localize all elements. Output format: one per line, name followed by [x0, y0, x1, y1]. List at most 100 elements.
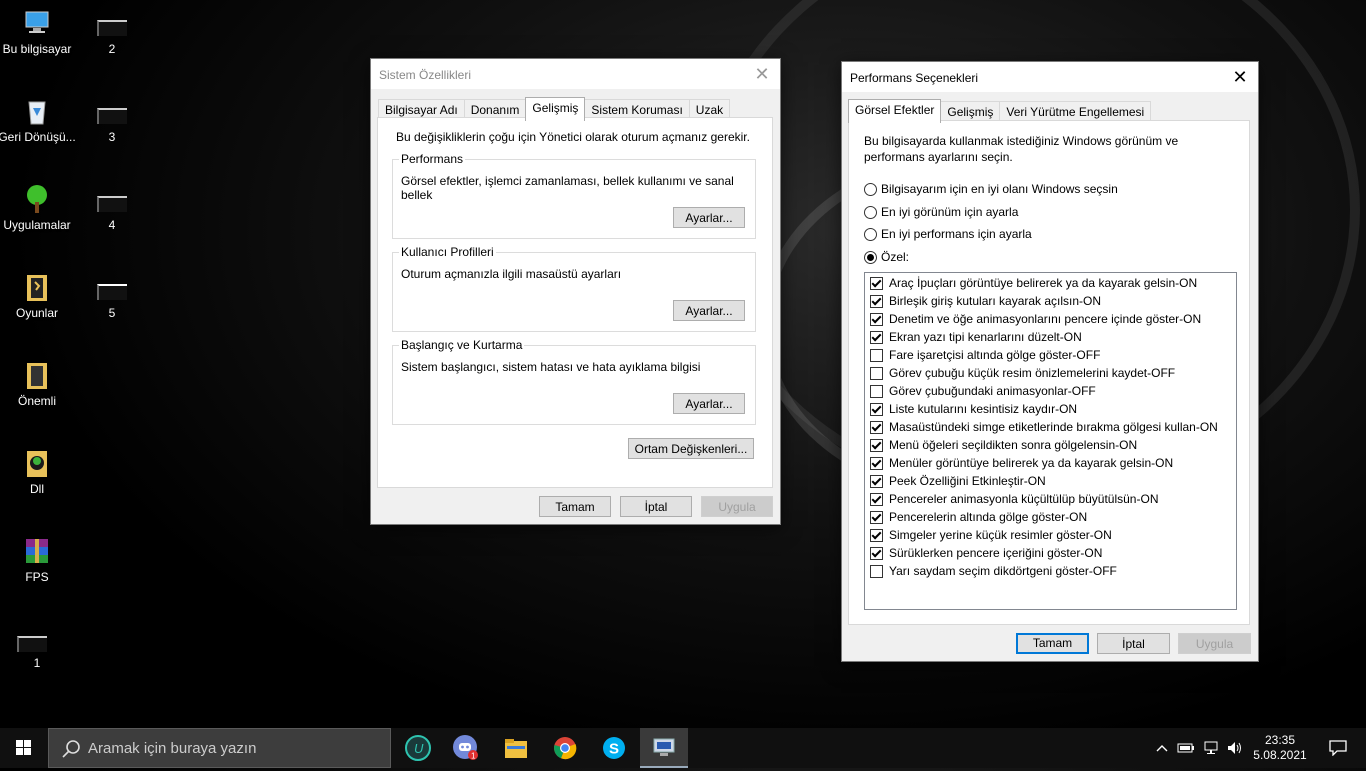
action-center-button[interactable] [1318, 728, 1358, 768]
checkbox[interactable] [870, 420, 883, 434]
tab-gorsel-efektler[interactable]: Görsel Efektler [848, 99, 942, 123]
apply-button[interactable]: Uygula [1178, 633, 1251, 654]
desktop-icon-geri-donusum[interactable]: Geri Dönüşü... [0, 96, 77, 145]
desktop-icon-5[interactable]: 5 [92, 284, 132, 320]
tray-overflow-chevron[interactable] [1152, 728, 1172, 768]
svg-text:S: S [609, 741, 619, 758]
checkbox[interactable] [870, 384, 883, 398]
checkbox[interactable] [870, 312, 883, 326]
desktop-icon-label: 1 [33, 656, 41, 670]
list-item[interactable]: Liste kutularını kesintisiz kaydır-ON [865, 400, 1236, 418]
list-item[interactable]: Ekran yazı tipi kenarlarını düzelt-ON [865, 328, 1236, 346]
title-bar[interactable]: Sistem Özellikleri ✕ [371, 59, 780, 89]
taskbar-app-chrome[interactable] [541, 728, 589, 768]
radio-best-appearance[interactable]: En iyi görünüm için ayarla [864, 205, 1018, 219]
desktop-icon-onemli[interactable]: Önemli [0, 360, 77, 409]
desktop-icon-label: 3 [108, 130, 116, 144]
apply-button[interactable]: Uygula [701, 496, 773, 517]
tab-gelismis[interactable]: Gelişmiş [525, 97, 586, 121]
close-button[interactable]: ✕ [750, 63, 774, 85]
checkbox[interactable] [870, 474, 883, 488]
radio-best-choice[interactable]: Bilgisayarım için en iyi olanı Windows s… [864, 182, 1118, 196]
option-label: Araç İpuçları görüntüye belirerek ya da … [889, 276, 1198, 290]
option-label: Denetim ve öğe animasyonlarını pencere i… [889, 312, 1202, 326]
checkbox[interactable] [870, 456, 883, 470]
list-item[interactable]: Sürüklerken pencere içeriğini göster-ON [865, 544, 1236, 562]
notification-badge: 1 [471, 752, 476, 761]
option-label: Görev çubuğu küçük resim önizlemelerini … [889, 366, 1176, 380]
file-icon [97, 284, 127, 300]
desktop-icon-dll[interactable]: Dll [0, 448, 77, 497]
ok-button[interactable]: Tamam [539, 496, 611, 517]
radio-best-performance[interactable]: En iyi performans için ayarla [864, 227, 1032, 241]
start-button[interactable] [0, 728, 48, 768]
list-item[interactable]: Pencerelerin altında gölge göster-ON [865, 508, 1236, 526]
checkbox[interactable] [870, 438, 883, 452]
list-item[interactable]: Masaüstündeki simge etiketlerinde bırakm… [865, 418, 1236, 436]
taskbar-search-box[interactable]: Aramak için buraya yazın [48, 728, 391, 768]
battery-tray[interactable] [1175, 728, 1197, 768]
close-button[interactable]: ✕ [1228, 66, 1252, 88]
group-description: Görsel efektler, işlemci zamanlaması, be… [401, 174, 734, 202]
list-item[interactable]: Menüler görüntüye belirerek ya da kayara… [865, 454, 1236, 472]
list-item[interactable]: Araç İpuçları görüntüye belirerek ya da … [865, 274, 1236, 292]
checkbox[interactable] [870, 294, 883, 308]
taskbar-app-skype[interactable]: S [590, 728, 638, 768]
performance-settings-button[interactable]: Ayarlar... [673, 207, 745, 228]
list-item[interactable]: Fare işaretçisi altında gölge göster-OFF [865, 346, 1236, 364]
desktop-icon-fps[interactable]: FPS [0, 536, 77, 585]
option-label: Pencerelerin altında gölge göster-ON [889, 510, 1088, 524]
cancel-button[interactable]: İptal [1097, 633, 1170, 654]
checkbox[interactable] [870, 276, 883, 290]
desktop-icon-4[interactable]: 4 [92, 196, 132, 232]
title-bar[interactable]: Performans Seçenekleri ✕ [842, 62, 1258, 92]
desktop-icon-label: Oyunlar [15, 306, 59, 320]
windows-logo-icon [16, 740, 31, 755]
ok-button[interactable]: Tamam [1016, 633, 1089, 654]
radio-custom[interactable]: Özel: [864, 250, 909, 264]
checkbox[interactable] [870, 348, 883, 362]
list-item[interactable]: Görev çubuğundaki animasyonlar-OFF [865, 382, 1236, 400]
desktop-icon-2[interactable]: 2 [92, 20, 132, 56]
volume-tray[interactable] [1224, 728, 1246, 768]
taskbar-app-system-properties[interactable] [640, 728, 688, 768]
list-item[interactable]: Peek Özelliğini Etkinleştir-ON [865, 472, 1236, 490]
checkbox[interactable] [870, 366, 883, 380]
clock[interactable]: 23:35 5.08.2021 [1250, 728, 1310, 768]
startup-settings-button[interactable]: Ayarlar... [673, 393, 745, 414]
environment-variables-button[interactable]: Ortam Değişkenleri... [628, 438, 754, 459]
taskbar-app-u[interactable]: U [394, 728, 442, 768]
folder-icon [27, 363, 47, 389]
taskbar-app-discord[interactable]: 1 [442, 728, 490, 768]
checkbox[interactable] [870, 330, 883, 344]
performance-options-window: Performans Seçenekleri ✕ Görsel Efektler… [841, 61, 1259, 662]
cancel-button[interactable]: İptal [620, 496, 692, 517]
checkbox[interactable] [870, 402, 883, 416]
checkbox[interactable] [870, 492, 883, 506]
checkbox[interactable] [870, 546, 883, 560]
visual-effects-list[interactable]: Araç İpuçları görüntüye belirerek ya da … [864, 272, 1237, 610]
list-item[interactable]: Pencereler animasyonla küçültülüp büyütü… [865, 490, 1236, 508]
desktop-icon-3[interactable]: 3 [92, 108, 132, 144]
list-item[interactable]: Simgeler yerine küçük resimler göster-ON [865, 526, 1236, 544]
list-item[interactable]: Birleşik giriş kutuları kayarak açılsın-… [865, 292, 1236, 310]
window-title: Performans Seçenekleri [850, 71, 979, 85]
recycle-bin-icon [28, 101, 46, 125]
list-item[interactable]: Denetim ve öğe animasyonlarını pencere i… [865, 310, 1236, 328]
profiles-settings-button[interactable]: Ayarlar... [673, 300, 745, 321]
list-item[interactable]: Görev çubuğu küçük resim önizlemelerini … [865, 364, 1236, 382]
taskbar-app-file-explorer[interactable] [492, 728, 540, 768]
network-tray[interactable] [1200, 728, 1222, 768]
checkbox[interactable] [870, 510, 883, 524]
desktop-icon-oyunlar[interactable]: Oyunlar [0, 272, 77, 321]
folder-icon [505, 739, 527, 758]
list-item[interactable]: Menü öğeleri seçildikten sonra gölgelens… [865, 436, 1236, 454]
desktop-icon-bu-bilgisayar[interactable]: Bu bilgisayar [0, 8, 77, 57]
file-icon [17, 636, 47, 652]
option-label: Pencereler animasyonla küçültülüp büyütü… [889, 492, 1159, 506]
desktop-icon-uygulamalar[interactable]: Uygulamalar [0, 184, 77, 233]
list-item[interactable]: Yarı saydam seçim dikdörtgeni göster-OFF [865, 562, 1236, 580]
desktop-icon-1[interactable]: 1 [0, 636, 77, 671]
checkbox[interactable] [870, 564, 883, 578]
checkbox[interactable] [870, 528, 883, 542]
